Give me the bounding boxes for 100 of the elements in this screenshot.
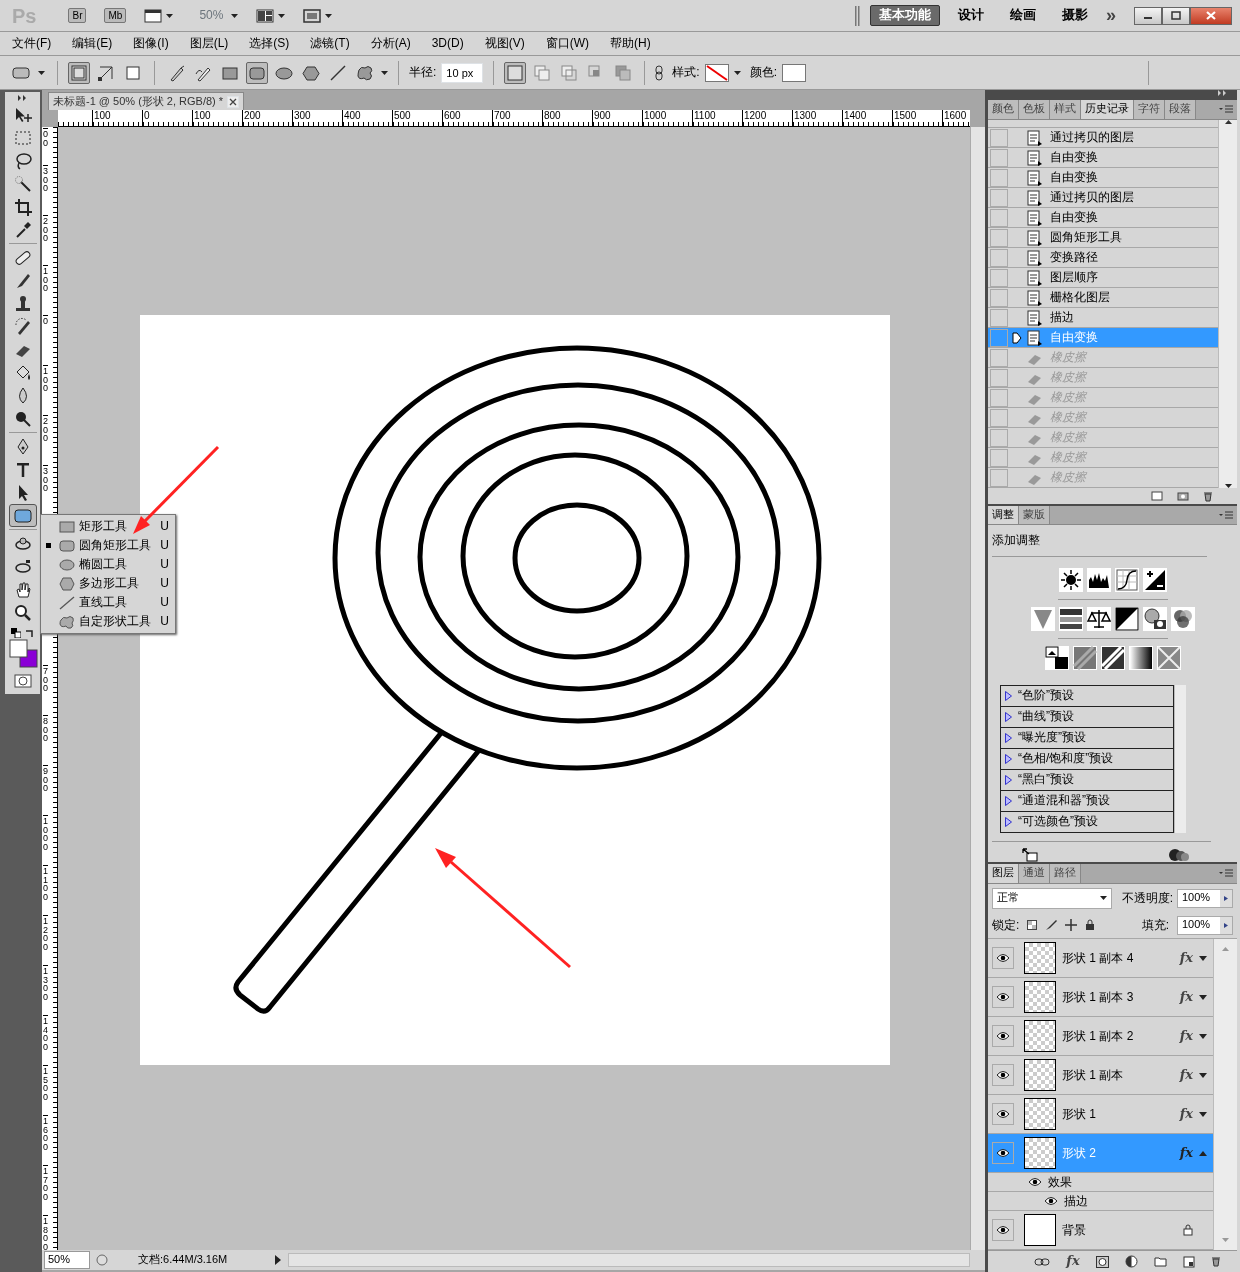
expand-caret-icon[interactable] [1199,1111,1207,1117]
scales-icon[interactable] [1086,606,1111,631]
horizontal-scrollbar[interactable] [288,1253,970,1267]
visibility-toggle[interactable] [992,947,1014,969]
menu-item[interactable]: 3D(D) [431,36,464,51]
folder-icon[interactable] [1153,1256,1167,1267]
shape-tool-button[interactable] [246,61,268,84]
radius-field[interactable]: 10 px [441,62,484,83]
circles-icon[interactable] [1142,606,1167,631]
add-style-button[interactable]: fx [1066,1254,1080,1269]
panel-tab[interactable]: 图层 [988,864,1019,883]
menu-item[interactable]: 图像(I) [133,36,169,51]
layer-row[interactable]: 形状 1 fx [988,1095,1213,1134]
expand-caret-icon[interactable] [1199,994,1207,1000]
mask-icon[interactable] [1095,1255,1109,1268]
history-step[interactable]: 描边 [988,308,1218,328]
collapse-arrows-icon[interactable] [16,95,29,101]
gradient-icon[interactable] [1128,645,1153,670]
panel-tab[interactable]: 样式 [1050,100,1081,119]
status-circle-icon[interactable] [96,1254,108,1266]
history-step[interactable]: 图层顺序 [988,268,1218,288]
workspace-button[interactable]: 摄影 [1054,6,1096,25]
new-document-icon[interactable] [1151,491,1163,501]
menu-item[interactable]: 自定形状工具 U [41,612,175,631]
expand-caret-icon[interactable] [1199,1072,1207,1078]
preset-item[interactable]: “色相/饱和度”预设 [1000,749,1174,770]
menu-item[interactable]: 多边形工具 U [41,574,175,593]
screen-mode-button[interactable] [303,8,333,23]
history-step[interactable]: 自由变换 [988,148,1218,168]
workspace-button[interactable]: 绘画 [1002,6,1044,25]
arrange-documents-button[interactable] [256,8,286,23]
menu-item[interactable]: 矩形工具 U [41,517,175,536]
play-arrow-icon[interactable] [274,1255,282,1265]
history-step[interactable]: 通过拷贝的图层 [988,128,1218,148]
vertical-scrollbar[interactable] [1174,685,1186,833]
panel-tab[interactable]: 色板 [1019,100,1050,119]
panel-tab[interactable]: 颜色 [988,100,1019,119]
menu-item[interactable]: 帮助(H) [610,36,651,51]
blend-mode-select[interactable]: 正常 [992,887,1112,909]
layer-row[interactable]: 形状 1 副本 4 fx [988,939,1213,978]
workspace-button[interactable]: 基本功能 [870,5,940,26]
panel-tab[interactable]: 蒙版 [1019,506,1050,525]
trash-icon[interactable] [1210,1256,1221,1267]
history-step[interactable]: 圆角矩形工具 [988,228,1218,248]
menu-item[interactable]: 图层(L) [189,36,229,51]
preset-item[interactable]: “黑白”预设 [1000,770,1174,791]
visibility-toggle[interactable] [992,1103,1014,1125]
camera-icon[interactable] [1177,491,1189,501]
history-step[interactable]: 通过拷贝的图层 [988,188,1218,208]
collapse-caret-icon[interactable] [1199,1150,1207,1156]
color-swatches-icon[interactable] [7,638,38,668]
view-extras-button[interactable] [144,8,174,23]
vertical-scrollbar[interactable] [970,127,985,1250]
layer-row[interactable]: 形状 1 副本 3 fx [988,978,1213,1017]
lock-icon[interactable] [1085,919,1096,931]
diagonal-icon[interactable] [1114,606,1139,631]
preset-item[interactable]: “通道混和器”预设 [1000,791,1174,812]
layer-row[interactable]: 形状 2 fx [988,1134,1213,1173]
maximize-button[interactable] [1162,6,1190,25]
trash-icon[interactable] [1203,490,1213,502]
expand-caret-icon[interactable] [1199,1033,1207,1039]
menu-item[interactable]: 圆角矩形工具 U [41,536,175,555]
default-colors-icon[interactable] [10,628,21,638]
sun-icon[interactable] [1058,567,1083,592]
chain-link-icon[interactable] [655,64,664,81]
brush-icon[interactable] [1045,919,1058,931]
collapse-arrows-icon[interactable] [1217,90,1229,96]
tool-button[interactable] [8,504,37,527]
color-swatch[interactable] [782,63,807,82]
layer-row[interactable]: 形状 1 副本 2 fx [988,1017,1213,1056]
combine-mode-button[interactable] [504,61,527,84]
three-circles-icon[interactable] [1170,606,1195,631]
style-swatch[interactable] [704,63,729,82]
menu-item[interactable]: 视图(V) [484,36,525,51]
effects-row[interactable]: 效果 [988,1173,1213,1192]
close-tab-button[interactable] [227,95,240,108]
visibility-toggle[interactable] [992,986,1014,1008]
plus-minus-icon[interactable] [1142,567,1167,592]
layer-row[interactable]: 背景 [988,1211,1213,1250]
image-swap-icon[interactable] [1044,645,1069,670]
swap-arrows-icon[interactable] [24,628,35,638]
slash-square-icon[interactable] [1100,645,1125,670]
history-step[interactable]: 变换路径 [988,248,1218,268]
document-tab[interactable]: 未标题-1 @ 50% (形状 2, RGB/8) * [48,92,245,110]
history-step[interactable]: 自由变换 [988,208,1218,228]
zoom-field[interactable]: 50% [44,1251,90,1269]
menu-item[interactable]: 文件(F) [12,36,52,51]
preset-item[interactable]: “曲线”预设 [1000,707,1174,728]
menu-item[interactable]: 直线工具 U [41,593,175,612]
mini-bridge-button[interactable]: Mb [104,8,127,23]
path-mode-button[interactable] [68,61,90,84]
overlapping-circles-icon[interactable] [1169,848,1189,862]
move-cross-icon[interactable] [1065,919,1078,931]
panel-tab[interactable]: 段落 [1165,100,1196,119]
preset-item[interactable]: “色阶”预设 [1000,686,1174,707]
return-arrow-icon[interactable] [1022,848,1038,862]
gradient-bars-icon[interactable] [1058,606,1083,631]
menu-item[interactable]: 选择(S) [249,36,290,51]
menu-item[interactable]: 编辑(E) [72,36,113,51]
expand-caret-icon[interactable] [1199,955,1207,961]
